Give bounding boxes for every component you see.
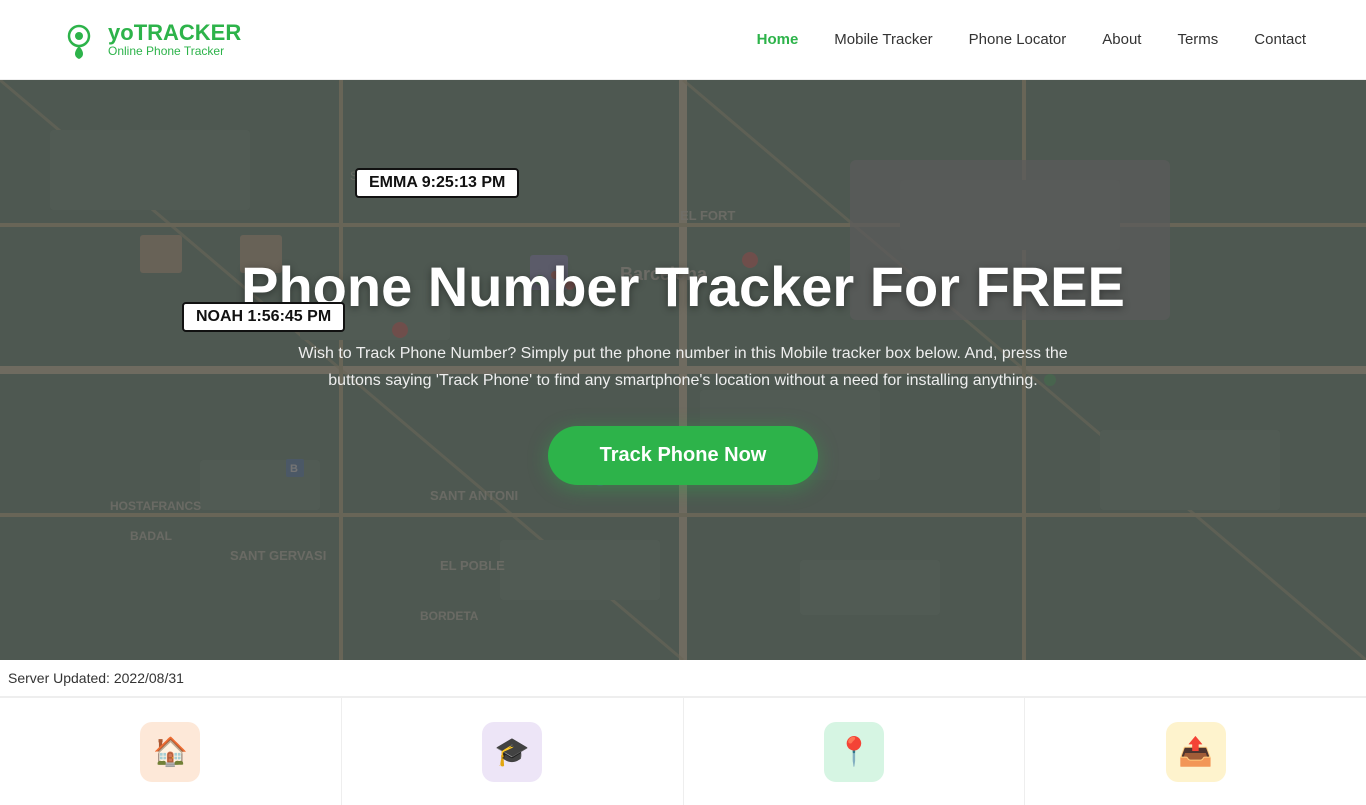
home-icon: 🏠: [153, 735, 188, 768]
server-update-text: Server Updated: 2022/08/31: [8, 670, 184, 686]
feature-card-3: 📤: [1025, 698, 1366, 805]
logo-subtitle: Online Phone Tracker: [108, 44, 241, 58]
feature-icon-3: 📤: [1166, 722, 1226, 782]
feature-card-1: 🎓: [342, 698, 684, 805]
track-phone-button[interactable]: Track Phone Now: [548, 426, 819, 485]
features-row: 🏠 🎓 📍 📤: [0, 697, 1366, 805]
feature-icon-2: 📍: [824, 722, 884, 782]
feature-card-2: 📍: [684, 698, 1026, 805]
hero-section: SANT GERVASI SANT ANTONI EL POBLE BORDET…: [0, 80, 1366, 660]
nav-item-terms[interactable]: Terms: [1177, 31, 1218, 48]
main-nav: Home Mobile Tracker Phone Locator About …: [757, 31, 1306, 48]
server-update-bar: Server Updated: 2022/08/31: [0, 660, 1366, 697]
logo-text: yoTRACKER Online Phone Tracker: [108, 22, 241, 58]
header: yoTRACKER Online Phone Tracker Home Mobi…: [0, 0, 1366, 80]
feature-icon-0: 🏠: [140, 722, 200, 782]
logo-icon: [60, 21, 98, 59]
map-label-emma: EMMA 9:25:13 PM: [355, 168, 519, 198]
logo-title: yoTRACKER: [108, 22, 241, 44]
map-label-noah: NOAH 1:56:45 PM: [182, 302, 345, 332]
hero-title: Phone Number Tracker For FREE: [241, 255, 1125, 319]
feature-icon-1: 🎓: [482, 722, 542, 782]
nav-item-contact[interactable]: Contact: [1254, 31, 1306, 48]
logo[interactable]: yoTRACKER Online Phone Tracker: [60, 21, 241, 59]
location-icon: 📍: [836, 735, 871, 768]
feature-card-0: 🏠: [0, 698, 342, 805]
graduate-icon: 🎓: [495, 735, 530, 768]
nav-item-home[interactable]: Home: [757, 31, 799, 48]
hero-content: Phone Number Tracker For FREE Wish to Tr…: [0, 80, 1366, 660]
nav-item-mobile-tracker[interactable]: Mobile Tracker: [834, 31, 932, 48]
hero-description: Wish to Track Phone Number? Simply put t…: [273, 340, 1093, 394]
nav-item-phone-locator[interactable]: Phone Locator: [969, 31, 1067, 48]
upload-icon: 📤: [1178, 735, 1213, 768]
nav-item-about[interactable]: About: [1102, 31, 1141, 48]
